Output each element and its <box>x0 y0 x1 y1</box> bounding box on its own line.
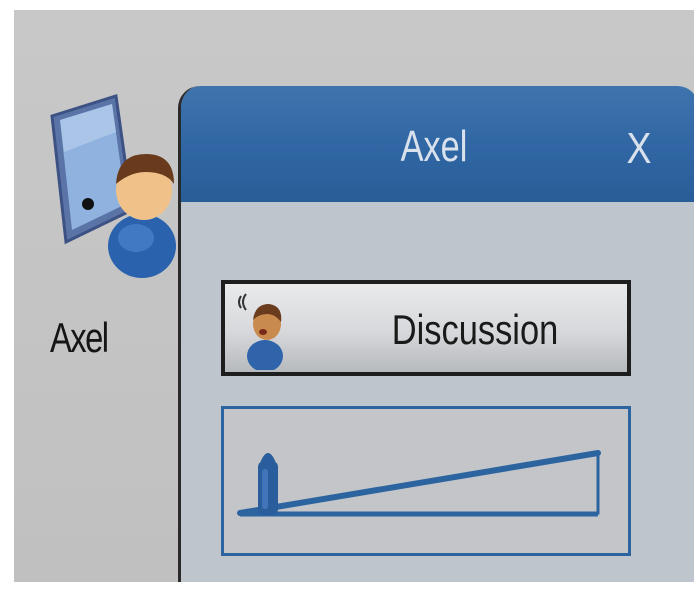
volume-slider-handle[interactable] <box>258 453 278 515</box>
popup-title-bar[interactable]: Axel X <box>181 86 694 202</box>
discussion-button-label: Discussion <box>391 306 559 353</box>
popup-title: Axel <box>400 122 468 171</box>
close-button[interactable]: X <box>622 124 656 174</box>
volume-ramp-icon <box>237 450 601 517</box>
desktop-shortcut-label: Axel <box>50 314 109 361</box>
user-monitor-icon <box>50 94 176 278</box>
speaking-person-icon <box>238 293 283 370</box>
discussion-button[interactable]: Discussion <box>221 280 631 376</box>
desktop-shortcut-axel[interactable]: Axel <box>46 92 176 361</box>
desktop: Axel Axel X Discussion <box>14 10 694 582</box>
volume-slider[interactable] <box>221 406 631 556</box>
user-popup-window: Axel X Discussion <box>178 86 694 582</box>
